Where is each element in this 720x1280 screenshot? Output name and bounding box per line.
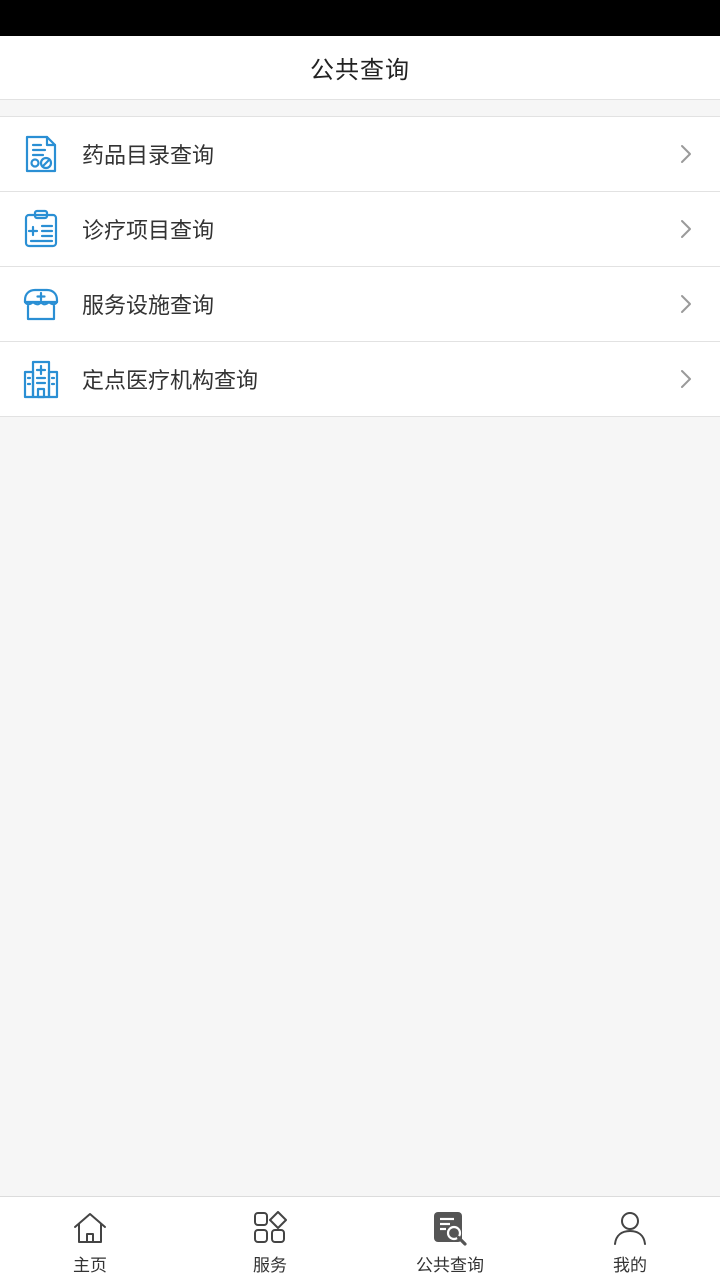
tab-label: 主页	[73, 1256, 107, 1276]
list-item-label: 服务设施查询	[82, 294, 215, 319]
tab-mine[interactable]: 我的	[540, 1197, 720, 1280]
list-item-service-facilities[interactable]: 服务设施查询	[0, 267, 720, 342]
document-search-icon	[431, 1209, 469, 1247]
home-icon	[71, 1209, 109, 1247]
list-item-medicine-catalog[interactable]: 药品目录查询	[0, 117, 720, 192]
medicine-document-icon	[21, 134, 61, 174]
app-header: 公共查询	[0, 36, 720, 100]
status-bar	[0, 0, 720, 36]
services-grid-icon	[251, 1209, 289, 1247]
chevron-right-icon	[678, 293, 694, 315]
medical-clipboard-icon	[21, 209, 61, 249]
list-item-designated-institutions[interactable]: 定点医疗机构查询	[0, 342, 720, 417]
medical-facility-icon	[21, 284, 61, 324]
list-item-treatment-items[interactable]: 诊疗项目查询	[0, 192, 720, 267]
list-item-label: 定点医疗机构查询	[82, 369, 259, 394]
bottom-tab-bar: 主页 服务 公共查询 我的	[0, 1196, 720, 1280]
tab-home[interactable]: 主页	[0, 1197, 180, 1280]
query-list: 药品目录查询 诊疗项目查询 服务设施查询 定点医疗机构查询	[0, 116, 720, 417]
tab-public-query[interactable]: 公共查询	[360, 1197, 540, 1280]
tab-label: 我的	[613, 1256, 647, 1276]
chevron-right-icon	[678, 368, 694, 390]
list-item-label: 药品目录查询	[82, 144, 215, 169]
tab-label: 公共查询	[416, 1256, 484, 1276]
chevron-right-icon	[678, 218, 694, 240]
tab-services[interactable]: 服务	[180, 1197, 360, 1280]
user-icon	[611, 1209, 649, 1247]
chevron-right-icon	[678, 143, 694, 165]
page-title: 公共查询	[310, 56, 410, 84]
hospital-building-icon	[21, 359, 61, 399]
list-item-label: 诊疗项目查询	[82, 219, 215, 244]
tab-label: 服务	[253, 1256, 287, 1276]
